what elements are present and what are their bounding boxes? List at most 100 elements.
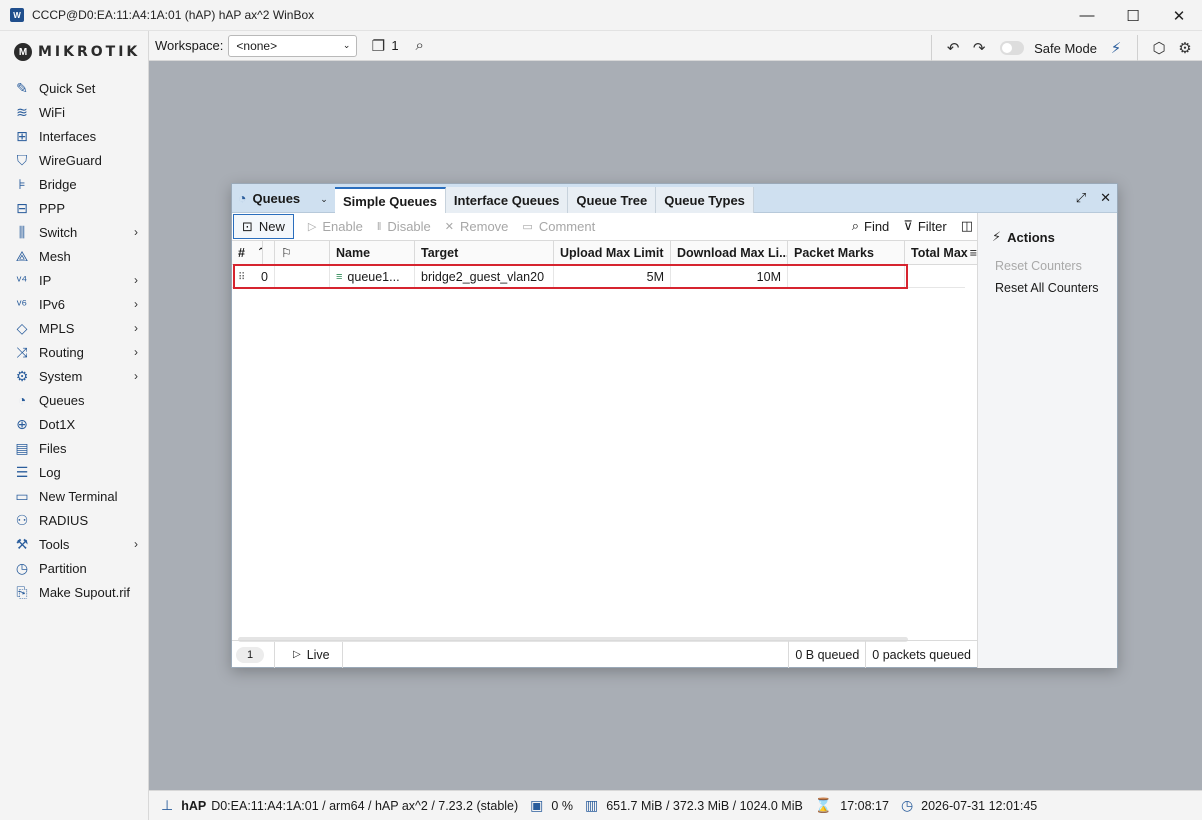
filter-button[interactable]: ⊽ Filter bbox=[903, 218, 946, 234]
flag-icon: ⚐ bbox=[281, 246, 293, 260]
close-button[interactable]: ✕ bbox=[1156, 0, 1202, 31]
minimize-button[interactable]: — bbox=[1064, 0, 1110, 31]
drag-handle-icon[interactable]: ⠿ bbox=[238, 272, 245, 283]
chevron-right-icon: › bbox=[134, 225, 138, 239]
queues-window-controls: ⤢ ✕ bbox=[1076, 190, 1111, 206]
new-item-icon: ⊡ bbox=[242, 218, 253, 234]
row-name: queue1... bbox=[347, 270, 400, 284]
sidebar-item-ppp[interactable]: ⊟ PPP bbox=[0, 196, 148, 220]
row-number: 0 bbox=[261, 270, 268, 284]
sidebar-item-wifi[interactable]: ≋ WiFi bbox=[0, 100, 148, 124]
maximize-button[interactable]: ☐ bbox=[1110, 0, 1156, 31]
panel-icon: ◫ bbox=[960, 218, 973, 233]
sidebar-item-label: WireGuard bbox=[39, 152, 102, 168]
sidebar-item-mpls[interactable]: ◇ MPLS › bbox=[0, 316, 148, 340]
sidebar-item-mesh[interactable]: ⟁ Mesh bbox=[0, 244, 148, 268]
remove-button[interactable]: ✕ Remove bbox=[445, 219, 509, 234]
reset-all-counters-action[interactable]: Reset All Counters bbox=[995, 281, 1099, 295]
column-header-download[interactable]: Download Max Li... bbox=[671, 241, 788, 264]
sidebar-item-switch[interactable]: ⫼ Switch › bbox=[0, 220, 148, 244]
column-header-number[interactable]: #⌃ bbox=[232, 241, 263, 264]
memory-status: ▥ 651.7 MiB / 372.3 MiB / 1024.0 MiB bbox=[585, 797, 803, 814]
workspace-label: Workspace: bbox=[155, 38, 224, 53]
comment-button[interactable]: ▭ Comment bbox=[522, 219, 595, 234]
sidebar-item-icon: ⊞ bbox=[16, 127, 28, 144]
clock-icon: ◷ bbox=[900, 797, 914, 813]
sidebar-item-partition[interactable]: ◷ Partition bbox=[0, 556, 148, 580]
gear-icon[interactable]: ⚙ bbox=[1174, 37, 1196, 59]
sidebar-item-icon: ◔ bbox=[17, 392, 27, 408]
sidebar-item-bridge[interactable]: ⊧ Bridge bbox=[0, 172, 148, 196]
sidebar-item-quick-set[interactable]: ✎ Quick Set bbox=[0, 76, 148, 100]
detach-icon[interactable]: ⤢ bbox=[1076, 190, 1086, 206]
new-button[interactable]: ⊡ New bbox=[233, 214, 294, 239]
workspace-select[interactable]: <none> ⌄ bbox=[228, 34, 358, 57]
sidebar-item-queues[interactable]: ◔ Queues bbox=[0, 388, 148, 412]
queues-title-label: Queues bbox=[252, 190, 301, 206]
new-button-label: New bbox=[258, 219, 285, 234]
clock-status: ◷ 2026-07-31 12:01:45 bbox=[901, 797, 1037, 814]
undo-icon[interactable]: ↶ bbox=[942, 37, 964, 59]
mikrotik-logo-icon: M bbox=[14, 43, 32, 61]
redo-icon[interactable]: ↷ bbox=[968, 37, 990, 59]
sidebar-item-files[interactable]: ▤ Files bbox=[0, 436, 148, 460]
search-icon[interactable]: ⌕ bbox=[409, 35, 431, 57]
queue-bars-icon: ≡ bbox=[336, 271, 343, 283]
sidebar-item-interfaces[interactable]: ⊞ Interfaces bbox=[0, 124, 148, 148]
sidebar-item-dot1x[interactable]: ⊕ Dot1X bbox=[0, 412, 148, 436]
sidebar-item-log[interactable]: ☰ Log bbox=[0, 460, 148, 484]
disable-button[interactable]: ‖ Disable bbox=[377, 219, 431, 234]
sidebar-item-routing[interactable]: ⤨ Routing › bbox=[0, 340, 148, 364]
live-toggle[interactable]: ▷ Live bbox=[293, 648, 330, 662]
safe-mode-toggle[interactable] bbox=[1000, 41, 1025, 55]
enable-button[interactable]: ▷ Enable bbox=[308, 219, 363, 234]
column-header-sort[interactable] bbox=[263, 241, 275, 264]
status-bar: ⊥ hAP D0:EA:11:A4:1A:01 / arm64 / hAP ax… bbox=[149, 790, 1202, 820]
sidebar-item-label: Bridge bbox=[39, 176, 77, 192]
column-header-total-max[interactable]: Total Max ≡ bbox=[905, 241, 977, 264]
column-header-packet-marks[interactable]: Packet Marks bbox=[788, 241, 905, 264]
footer-separator bbox=[341, 641, 343, 668]
queues-tabs: Simple Queues Interface Queues Queue Tree Q… bbox=[335, 187, 754, 213]
sidebar-item-make-supout-rif[interactable]: ⎘ Make Supout.rif bbox=[0, 580, 148, 604]
sidebar-item-label: WiFi bbox=[39, 104, 65, 120]
chevron-down-icon[interactable]: ⌄ bbox=[316, 190, 332, 208]
tab-interface-queues[interactable]: Interface Queues bbox=[445, 187, 569, 213]
column-header-name[interactable]: Name bbox=[330, 241, 415, 264]
chevron-down-icon: ⌄ bbox=[342, 40, 351, 50]
sidebar-item-label: System bbox=[39, 368, 83, 384]
sidebar-item-new-terminal[interactable]: ▭ New Terminal bbox=[0, 484, 148, 508]
column-header-upload[interactable]: Upload Max Limit bbox=[554, 241, 671, 264]
column-header-target[interactable]: Target bbox=[415, 241, 554, 264]
side-panel-toggle[interactable]: ◫ bbox=[961, 218, 973, 234]
close-icon[interactable]: ✕ bbox=[1100, 190, 1111, 206]
queues-window: ◔ Queues ⌄ Simple Queues Interface Queues… bbox=[231, 183, 1118, 668]
sidebar-item-ip[interactable]: ᵛ⁴ IP › bbox=[0, 268, 148, 292]
sidebar-item-label: Make Supout.rif bbox=[39, 584, 131, 600]
tab-simple-queues[interactable]: Simple Queues bbox=[335, 187, 446, 213]
table-row[interactable]: ⠿ 0 ≡ queue1... bridge2_guest_vlan20 5M … bbox=[232, 266, 965, 288]
find-button[interactable]: ⌕ Find bbox=[852, 218, 890, 234]
row-name-cell: ≡ queue1... bbox=[330, 266, 415, 288]
sidebar-item-tools[interactable]: ⚒ Tools › bbox=[0, 532, 148, 556]
tab-queue-tree[interactable]: Queue Tree bbox=[568, 187, 657, 213]
memory-icon: ▥ bbox=[584, 797, 599, 813]
new-window-icon[interactable]: ⬡ bbox=[1148, 37, 1170, 59]
column-header-flag[interactable]: ⚐ bbox=[275, 241, 330, 264]
winbox-app-icon: W bbox=[10, 8, 24, 22]
sidebar-item-ipv6[interactable]: ᵛ⁶ IPv6 › bbox=[0, 292, 148, 316]
sidebar-item-radius[interactable]: ⚇ RADIUS bbox=[0, 508, 148, 532]
mikrotik-logo-text: MIKROTIK bbox=[38, 44, 141, 60]
filter-label: Filter bbox=[917, 218, 947, 234]
windows-icon[interactable]: ❐ bbox=[367, 35, 389, 57]
window-controls: — ☐ ✕ bbox=[1064, 0, 1202, 31]
queues-window-title: ◔ Queues bbox=[238, 190, 300, 206]
sidebar-item-label: IP bbox=[39, 272, 52, 288]
sidebar-item-system[interactable]: ⚙ System › bbox=[0, 364, 148, 388]
disconnect-icon[interactable]: ⚡ bbox=[1105, 37, 1127, 59]
enable-label: Enable bbox=[322, 219, 363, 234]
sidebar-item-icon: ⚙ bbox=[15, 367, 29, 384]
reset-counters-action[interactable]: Reset Counters bbox=[995, 259, 1082, 273]
sidebar-item-wireguard[interactable]: ⛉ WireGuard bbox=[0, 148, 148, 172]
tab-queue-types[interactable]: Queue Types bbox=[656, 187, 754, 213]
